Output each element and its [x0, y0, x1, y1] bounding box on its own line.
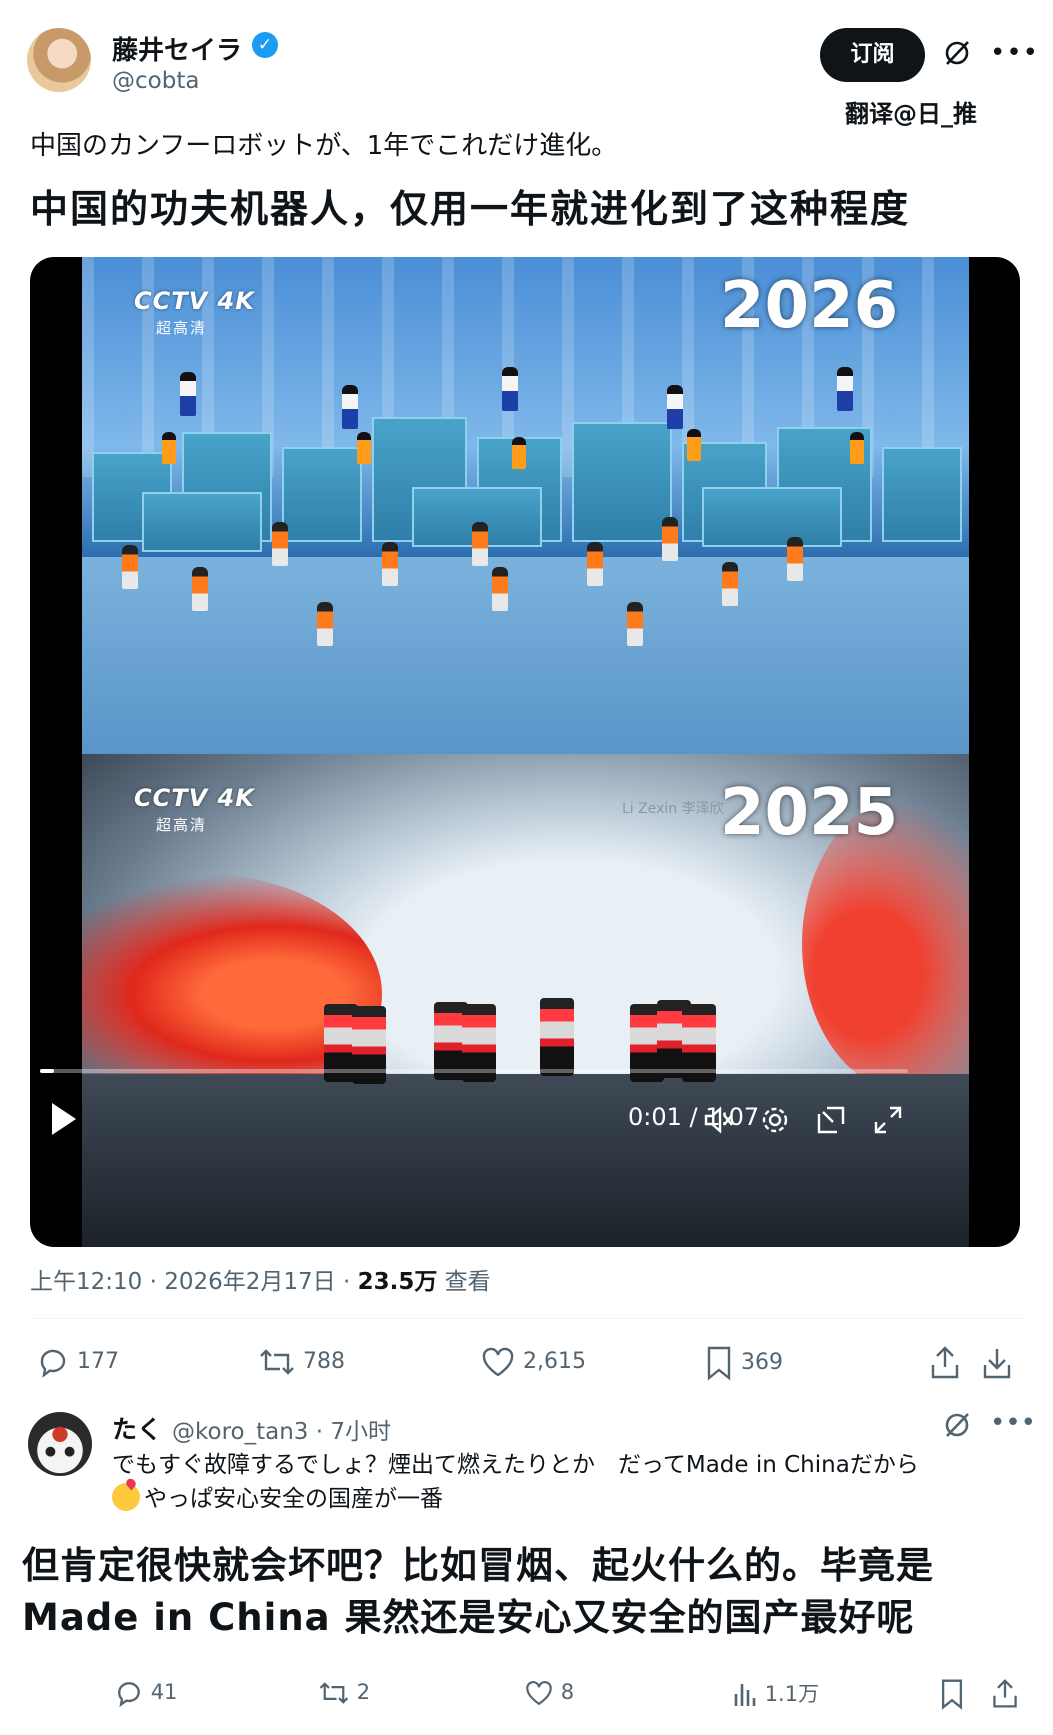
reply-author-name[interactable]: たく: [112, 1410, 162, 1446]
settings-gear-icon[interactable]: [759, 1104, 791, 1136]
post-text-translation: 中国的功夫机器人，仅用一年就进化到了这种程度: [30, 187, 911, 231]
post-date[interactable]: 2026年2月17日: [164, 1269, 335, 1295]
reply-retweet-icon: [319, 1682, 349, 1704]
reply-heart-icon: [526, 1681, 552, 1706]
picture-in-picture-icon[interactable]: [815, 1104, 847, 1136]
play-icon[interactable]: [52, 1103, 76, 1135]
fullscreen-icon[interactable]: [872, 1104, 904, 1136]
reply-translation: 但肯定很快就会坏吧？比如冒烟、起火什么的。毕竟是 Made in China 果…: [22, 1540, 1032, 1644]
author-handle[interactable]: @cobta: [112, 68, 199, 94]
reply-bookmark-icon[interactable]: [938, 1678, 966, 1710]
author-avatar[interactable]: [27, 28, 91, 92]
translator-credit: 翻译@日_推: [845, 100, 977, 128]
cctv-logo: CCTV 4K: [134, 287, 255, 315]
grok-icon[interactable]: [942, 38, 972, 68]
subscribe-button[interactable]: 订阅: [820, 28, 925, 82]
like-button[interactable]: 2,615: [480, 1345, 586, 1379]
reply-grok-icon[interactable]: [942, 1410, 972, 1440]
reply-author-meta: @koro_tan3 · 7小时: [172, 1419, 391, 1445]
reply-text-line1: でもすぐ故障するでしょ？煙出て燃えたりとか だってMade in Chinaだか…: [112, 1452, 919, 1478]
post-text-original: 中国のカンフーロボットが、1年でこれだけ進化。: [30, 131, 618, 161]
reply-retweet-button[interactable]: 2: [318, 1678, 370, 1708]
reply-share-icon[interactable]: [990, 1678, 1020, 1710]
video-progress-fill: [40, 1069, 54, 1073]
post-meta: 上午12:10 · 2026年2月17日 · 23.5万 查看: [30, 1269, 491, 1295]
reply-views-button[interactable]: 1.1万: [732, 1678, 819, 1710]
reply-translation-line2: Made in China 果然还是安心又安全的国产最好呢: [22, 1596, 915, 1639]
retweet-button[interactable]: 788: [258, 1345, 345, 1379]
cctv-logo-2025: CCTV 4K: [134, 784, 255, 812]
views-chart-icon: [734, 1684, 756, 1706]
reply-author-avatar[interactable]: [28, 1412, 92, 1476]
download-icon[interactable]: [980, 1345, 1014, 1381]
more-options-icon[interactable]: •••: [990, 38, 1039, 68]
smiling-face-with-hearts-icon: [112, 1483, 140, 1511]
cctv-sub-label-2025: 超高清: [156, 816, 208, 834]
year-label-2025: 2025: [720, 776, 899, 850]
share-icon[interactable]: [928, 1345, 962, 1381]
reply-reply-count: 41: [150, 1680, 178, 1704]
reply-view-count: 1.1万: [764, 1682, 820, 1706]
verified-badge-icon: ✓: [252, 32, 278, 58]
like-count: 2,615: [523, 1349, 586, 1374]
year-label-2026: 2026: [720, 269, 899, 343]
author-name[interactable]: 藤井セイラ: [112, 30, 242, 67]
reply-reply-icon: [118, 1682, 140, 1708]
video-frame-2026: CCTV 4K 超高清 2026: [82, 257, 969, 754]
retweet-count: 788: [303, 1349, 345, 1374]
reply-time[interactable]: 7小时: [330, 1419, 391, 1445]
reply-reply-button[interactable]: 41: [114, 1678, 177, 1708]
bookmark-count: 369: [741, 1350, 783, 1375]
view-label: 查看: [444, 1269, 491, 1295]
retweet-icon: [260, 1349, 294, 1375]
bookmark-button[interactable]: 369: [704, 1345, 783, 1381]
reply-like-button[interactable]: 8: [524, 1678, 574, 1708]
reply-like-count: 8: [560, 1680, 575, 1704]
reply-icon: [40, 1349, 66, 1378]
reply-button[interactable]: 177: [36, 1345, 119, 1379]
video-frame-2025: CCTV 4K 超高清 Li Zexin 李泽欣 2025: [82, 754, 969, 1247]
reply-retweet-count: 2: [356, 1680, 371, 1704]
video-time: 0:01 / 1:07: [628, 1103, 760, 1131]
video-progress-track[interactable]: [40, 1069, 908, 1073]
divider: [30, 1318, 1023, 1319]
reply-more-icon[interactable]: •••: [990, 1408, 1036, 1438]
heart-icon: [482, 1347, 514, 1377]
bookmark-icon: [707, 1346, 731, 1381]
reply-author-handle[interactable]: @koro_tan3: [172, 1419, 308, 1445]
view-count: 23.5万: [357, 1269, 438, 1295]
reply-text: でもすぐ故障するでしょ？煙出て燃えたりとか だってMade in Chinaだか…: [112, 1448, 1032, 1516]
cctv-sub-label: 超高清: [156, 319, 208, 337]
reply-translation-line1: 但肯定很快就会坏吧？比如冒烟、起火什么的。毕竟是: [22, 1544, 934, 1587]
reply-text-line2: やっぱ安心安全の国産が一番: [144, 1486, 443, 1512]
post-time[interactable]: 上午12:10: [30, 1269, 142, 1295]
video-player[interactable]: CCTV 4K 超高清 2026 CCTV 4K 超高清 Li Zexin 李泽…: [30, 257, 1020, 1247]
watermark: Li Zexin 李泽欣: [622, 801, 724, 817]
reply-count: 177: [77, 1349, 119, 1374]
volume-icon[interactable]: [702, 1104, 734, 1136]
